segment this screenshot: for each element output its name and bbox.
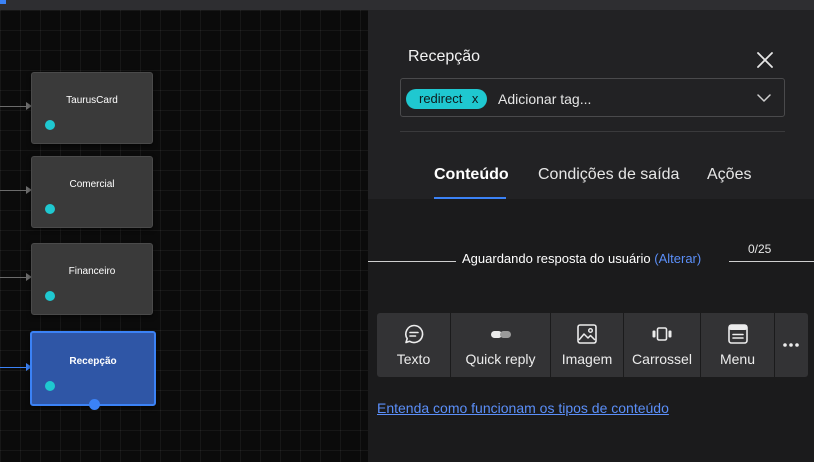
close-button[interactable] — [755, 50, 775, 70]
connector-recepcao — [0, 363, 32, 371]
node-port[interactable] — [45, 204, 55, 214]
flow-node-tauruscard[interactable]: TaurusCard — [31, 72, 153, 144]
content-type-quick-reply-button[interactable]: Quick reply — [451, 313, 551, 377]
tag-chip-redirect: redirect x — [406, 89, 488, 109]
tool-label: Texto — [396, 351, 431, 367]
more-horizontal-icon — [783, 343, 799, 347]
node-port[interactable] — [45, 291, 55, 301]
connector-comercial — [0, 186, 32, 194]
content-type-menu-button[interactable]: Menu — [701, 313, 775, 377]
connector-financeiro — [0, 273, 32, 281]
menu-card-icon — [727, 323, 749, 345]
tool-label: Imagem — [561, 351, 613, 367]
panel-title: Recepção — [408, 48, 481, 65]
tag-chip-label: redirect — [419, 91, 463, 106]
content-type-texto-button[interactable]: Texto — [377, 313, 451, 377]
wait-status: Aguardando resposta do usuário (Alterar) — [368, 248, 814, 268]
content-type-imagem-button[interactable]: Imagem — [551, 313, 624, 377]
status-label: Aguardando resposta do usuário — [462, 251, 651, 266]
node-label: Recepção — [69, 356, 117, 367]
close-icon — [757, 52, 773, 68]
chevron-down-icon[interactable] — [756, 92, 772, 104]
header-divider — [400, 131, 785, 132]
node-label: Financeiro — [68, 266, 116, 277]
content-type-carrossel-button[interactable]: Carrossel — [624, 313, 701, 377]
tool-label: Menu — [719, 351, 756, 367]
flow-node-recepcao[interactable]: Recepção — [30, 331, 156, 410]
carousel-icon — [651, 323, 673, 345]
tab-conteudo[interactable]: Conteúdo — [434, 166, 509, 199]
top-bar — [0, 0, 814, 10]
tool-label: Carrossel — [632, 351, 692, 367]
status-text: Aguardando resposta do usuário (Alterar) — [462, 251, 701, 266]
node-port[interactable] — [45, 120, 55, 130]
tab-condicoes-saida[interactable]: Condições de saída — [538, 166, 679, 199]
flow-node-financeiro[interactable]: Financeiro — [31, 243, 153, 315]
node-label: TaurusCard — [66, 95, 118, 106]
panel-header: Recepção redirect x Conteúdo Condições d… — [368, 10, 814, 199]
tab-acoes[interactable]: Ações — [707, 166, 751, 199]
panel-tabs: Conteúdo Condições de saída Ações — [368, 166, 814, 199]
tag-field[interactable]: redirect x — [400, 78, 785, 117]
content-types-help-link[interactable]: Entenda como funcionam os tipos de conte… — [377, 400, 669, 416]
tag-remove-button[interactable]: x — [472, 89, 479, 109]
flow-node-comercial[interactable]: Comercial — [31, 156, 153, 228]
node-settings-panel: Recepção redirect x Conteúdo Condições d… — [368, 10, 814, 462]
status-divider-right — [729, 261, 814, 262]
flow-canvas[interactable]: TaurusCard Comercial Financeiro Recepção — [0, 10, 368, 462]
node-port[interactable] — [45, 381, 55, 391]
toggle-pills-icon — [490, 323, 512, 345]
top-bar-accent — [0, 0, 6, 4]
status-divider-left — [368, 261, 456, 262]
chat-bubble-icon — [403, 323, 425, 345]
status-change-link[interactable]: (Alterar) — [654, 251, 701, 266]
tag-input[interactable] — [498, 88, 738, 110]
content-type-toolbar: Texto Quick reply Imagem Carrossel Menu — [377, 313, 808, 377]
node-output-port[interactable] — [89, 399, 100, 410]
tool-label: Quick reply — [465, 351, 536, 367]
image-icon — [576, 323, 598, 345]
more-content-types-button[interactable] — [775, 313, 807, 377]
node-label: Comercial — [69, 179, 115, 190]
connector-taurus — [0, 102, 32, 110]
